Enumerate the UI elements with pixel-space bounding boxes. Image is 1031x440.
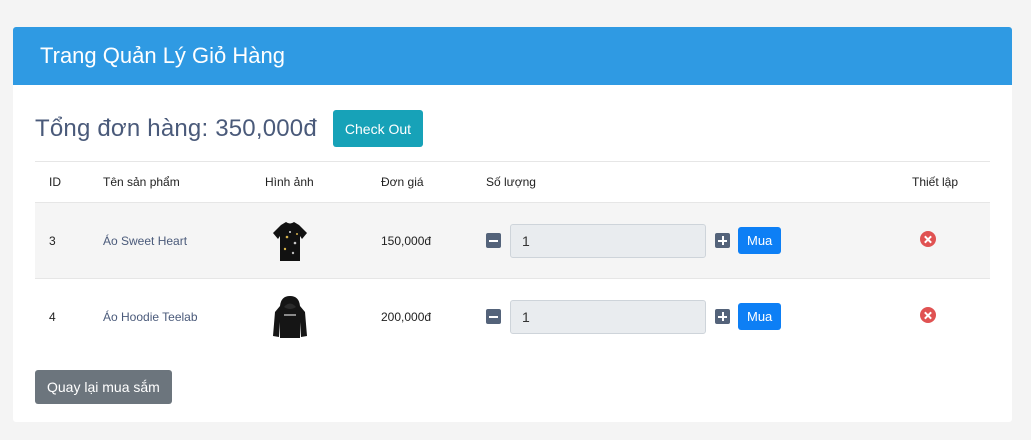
table-row: 3 Áo Sweet Heart 150,000đ 1 Mua [35, 202, 990, 279]
cart-card: Trang Quản Lý Giỏ Hàng Tổng đơn hàng: 35… [13, 27, 1012, 422]
quantity-cell: Mua [472, 279, 898, 355]
buy-button[interactable]: Mua [738, 303, 782, 331]
column-header-id: ID [49, 175, 61, 189]
column-header-settings: Thiết lập [912, 175, 959, 189]
quantity-stepper: Mua [486, 223, 898, 258]
plus-square-icon[interactable] [715, 233, 730, 248]
checkout-button[interactable]: Check Out [332, 110, 424, 147]
page-title: Trang Quản Lý Giỏ Hàng [40, 43, 285, 68]
remove-circle-icon[interactable] [920, 231, 936, 247]
column-header-image: Hình ảnh [265, 175, 314, 189]
buy-button[interactable]: Mua [738, 227, 782, 254]
product-price: 200,000đ [381, 309, 432, 324]
quantity-cell: Mua [472, 203, 898, 279]
column-header-name: Tên sản phẩm [103, 175, 180, 189]
back-to-shopping-button[interactable]: Quay lại mua sắm [35, 370, 172, 404]
settings-cell [898, 203, 990, 279]
table-row: 4 Áo Hoodie Teelab 200,000đ Mua [35, 278, 990, 355]
minus-square-icon[interactable] [486, 309, 501, 325]
cart-table: ID Tên sản phẩm Hình ảnh Đơn giá Số lượn… [35, 161, 990, 355]
order-total: Tổng đơn hàng: 350,000đ [35, 114, 317, 142]
row-id: 3 [49, 233, 56, 248]
remove-circle-icon[interactable] [920, 307, 936, 324]
product-price: 150,000đ [381, 233, 432, 248]
quantity-stepper: Mua [486, 299, 898, 334]
row-id: 4 [49, 309, 56, 324]
product-image-cell [251, 279, 367, 355]
plus-square-icon[interactable] [715, 309, 730, 325]
table-header-row: ID Tên sản phẩm Hình ảnh Đơn giá Số lượn… [35, 161, 990, 203]
column-header-price: Đơn giá [381, 175, 424, 189]
minus-square-icon[interactable] [486, 233, 501, 248]
quantity-input[interactable] [510, 299, 706, 334]
card-header: Trang Quản Lý Giỏ Hàng [13, 27, 1012, 85]
column-header-quantity: Số lượng [486, 175, 536, 189]
quantity-input[interactable] [510, 223, 706, 258]
product-name: Áo Sweet Heart [103, 233, 188, 248]
settings-cell [898, 279, 990, 355]
product-image-cell [251, 203, 367, 279]
product-image [273, 295, 307, 338]
product-image [273, 221, 307, 261]
product-name: Áo Hoodie Teelab [103, 309, 198, 324]
order-summary: Tổng đơn hàng: 350,000đ Check Out [35, 110, 424, 147]
